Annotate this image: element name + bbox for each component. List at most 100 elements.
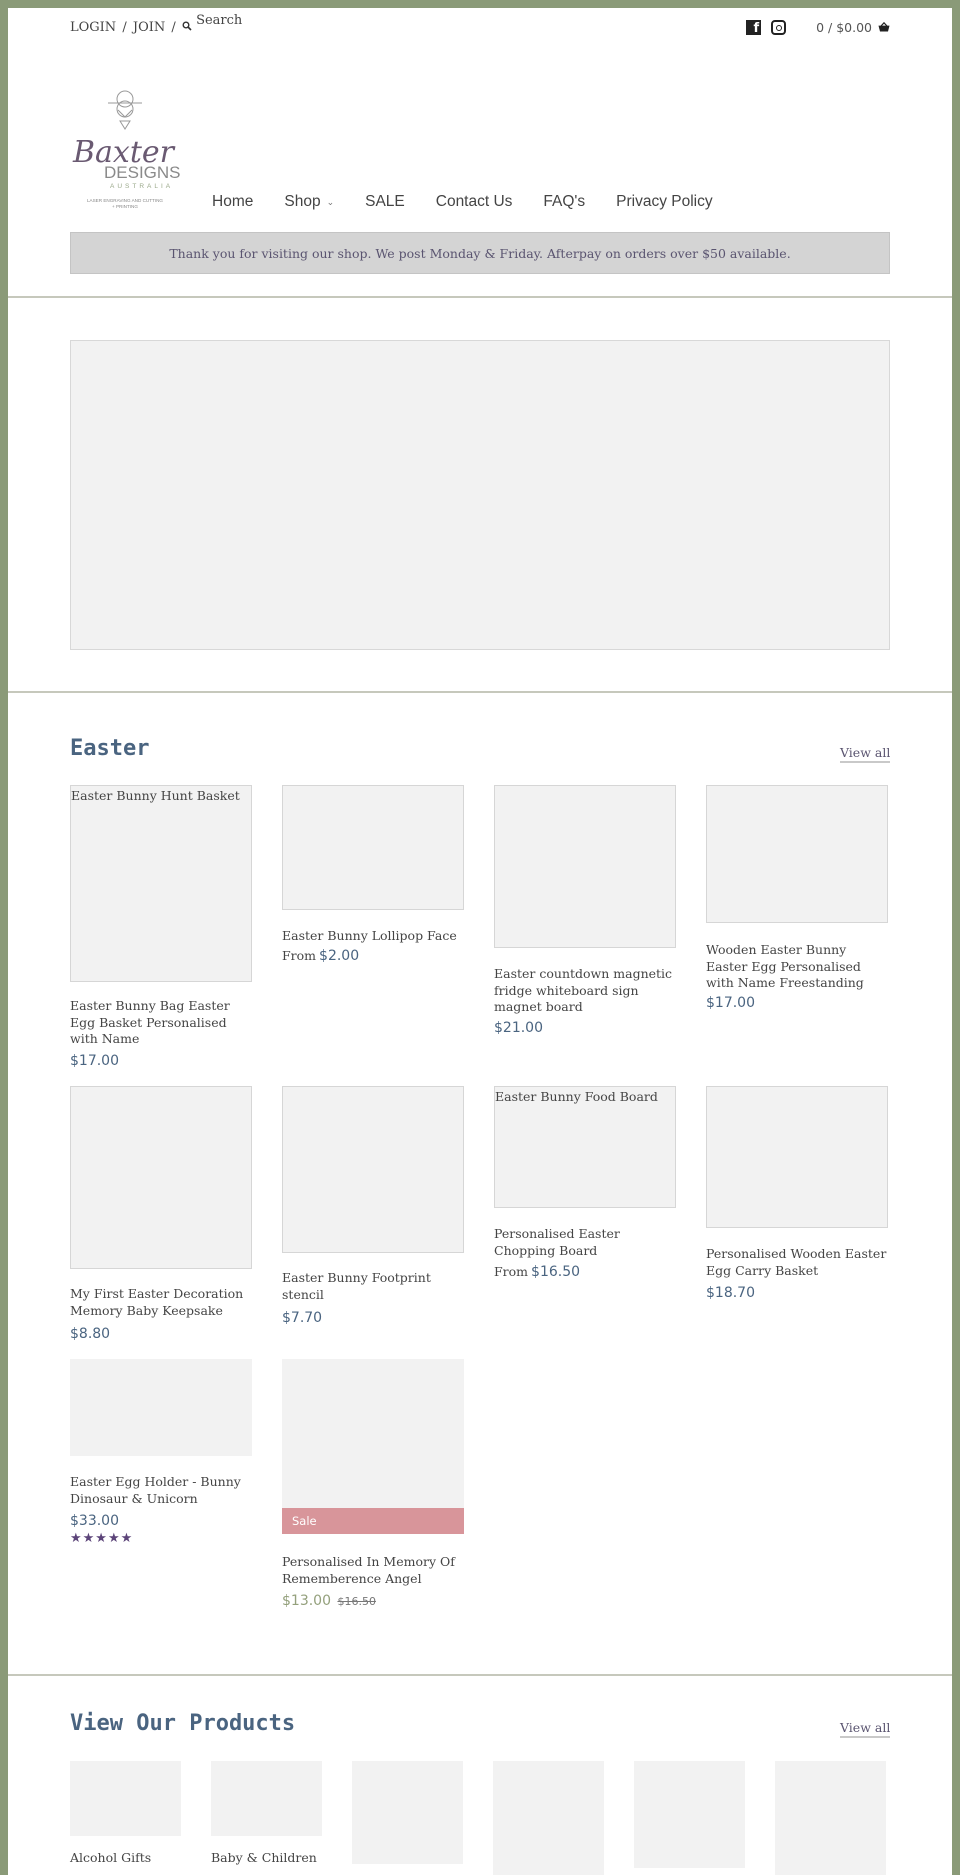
image-alt-text: Easter Bunny Hunt Basket (71, 788, 240, 803)
compare-price: $16.50 (337, 1595, 376, 1608)
product-card[interactable]: Easter Egg Holder - Bunny Dinosaur & Uni… (70, 1359, 252, 1549)
search-input[interactable]: Search (196, 13, 242, 28)
main-nav: Home Shop ⌄ SALE Contact Us FAQ's Privacy… (212, 193, 744, 211)
nav-item-sale[interactable]: SALE (365, 193, 405, 211)
category-image (493, 1761, 604, 1875)
cart-link[interactable]: 0 / $0.00 (816, 20, 890, 35)
product-title: Easter countdown magnetic fridge whitebo… (494, 966, 673, 1014)
product-image (70, 1359, 252, 1456)
category-image (352, 1761, 463, 1864)
category-card[interactable] (634, 1761, 745, 1868)
category-card[interactable]: Baby & Children (211, 1761, 322, 1871)
star-rating: ★★★★★ (70, 1531, 134, 1546)
from-label: From (494, 1264, 529, 1279)
nav-label: Shop (284, 193, 321, 210)
product-price: $21.00 (494, 1020, 543, 1036)
product-image: Easter Bunny Food Board (494, 1086, 676, 1208)
product-card[interactable]: Easter Bunny Lollipop Face From $2.00 (282, 785, 464, 965)
product-image (282, 1086, 464, 1253)
login-link[interactable]: LOGIN (70, 20, 116, 35)
product-price: From $16.50 (494, 1264, 580, 1280)
category-image (775, 1761, 886, 1875)
product-title: My First Easter Decoration Memory Baby K… (70, 1286, 244, 1318)
product-title: Easter Egg Holder - Bunny Dinosaur & Uni… (70, 1474, 241, 1506)
divider (8, 296, 952, 298)
category-title: Alcohol Gifts (70, 1850, 152, 1865)
product-price: From $2.00 (282, 948, 359, 964)
category-image (634, 1761, 745, 1868)
product-price: $18.70 (706, 1285, 755, 1301)
category-title: Baby & Children (211, 1850, 317, 1865)
product-image (706, 785, 888, 923)
product-card[interactable]: Sale Personalised In Memory Of Remembere… (282, 1359, 464, 1609)
announcement-bar: Thank you for visiting our shop. We post… (70, 232, 890, 274)
product-price: $33.00 (70, 1513, 119, 1529)
nav-label: SALE (365, 193, 405, 210)
svg-text:LASER ENGRAVING AND CUTTING: LASER ENGRAVING AND CUTTING (87, 198, 163, 203)
product-image (706, 1086, 888, 1228)
basket-icon (878, 20, 890, 35)
product-card[interactable]: Easter Bunny Food Board Personalised Eas… (494, 1086, 676, 1286)
nav-label: Home (212, 193, 254, 210)
hero-slideshow[interactable] (70, 340, 890, 650)
store-logo[interactable]: Baxter DESIGNS AUSTRALIA LASER ENGRAVING… (70, 86, 181, 216)
product-image (494, 785, 676, 948)
product-title: Personalised In Memory Of Rememberence A… (282, 1554, 455, 1586)
product-price: $17.00 (70, 1053, 119, 1069)
from-label: From (282, 948, 317, 963)
join-link[interactable]: JOIN (133, 20, 165, 35)
nav-item-faqs[interactable]: FAQ's (543, 193, 585, 211)
category-card[interactable] (352, 1761, 463, 1871)
product-image (70, 1086, 252, 1269)
section-title-view-products: View Our Products (70, 1711, 296, 1736)
svg-text:DESIGNS: DESIGNS (104, 163, 180, 182)
product-price: $7.70 (282, 1310, 323, 1326)
product-card[interactable]: Easter countdown magnetic fridge whitebo… (494, 785, 676, 1036)
instagram-icon[interactable] (771, 20, 787, 35)
facebook-icon[interactable]: f (746, 20, 762, 35)
sale-badge: Sale (282, 1508, 464, 1534)
product-card[interactable]: Easter Bunny Hunt Basket Easter Bunny Ba… (70, 785, 252, 1075)
nav-item-contact[interactable]: Contact Us (436, 193, 513, 211)
product-title: Easter Bunny Bag Easter Egg Basket Perso… (70, 998, 230, 1046)
product-card[interactable]: Easter Bunny Footprint stencil $7.70 (282, 1086, 464, 1326)
nav-label: Privacy Policy (616, 193, 713, 210)
product-price: $17.00 (706, 995, 755, 1011)
account-links: LOGIN / JOIN / Search (70, 13, 242, 35)
product-card[interactable]: Wooden Easter Bunny Easter Egg Personali… (706, 785, 888, 1015)
product-title: Personalised Easter Chopping Board (494, 1226, 620, 1258)
category-card[interactable]: Alcohol Gifts (70, 1761, 181, 1871)
image-alt-text: Easter Bunny Food Board (495, 1089, 658, 1104)
divider (8, 691, 952, 693)
product-price: $8.80 (70, 1326, 111, 1342)
product-card[interactable]: Personalised Wooden Easter Egg Carry Bas… (706, 1086, 888, 1306)
category-image (70, 1761, 181, 1836)
product-card[interactable]: My First Easter Decoration Memory Baby K… (70, 1086, 252, 1342)
nav-label: FAQ's (543, 193, 586, 210)
sale-price: $13.00 (282, 1593, 331, 1609)
nav-item-shop[interactable]: Shop ⌄ (284, 193, 334, 211)
category-image (211, 1761, 322, 1836)
category-card[interactable] (775, 1761, 886, 1875)
nav-item-privacy-policy[interactable]: Privacy Policy (616, 193, 712, 211)
product-title: Wooden Easter Bunny Easter Egg Personali… (706, 942, 864, 990)
svg-text:AUSTRALIA: AUSTRALIA (110, 183, 173, 190)
search-icon[interactable] (182, 20, 192, 35)
chevron-down-icon: ⌄ (326, 196, 335, 207)
view-all-easter-link[interactable]: View all (840, 745, 891, 763)
logo-emblem-icon: Baxter DESIGNS AUSTRALIA LASER ENGRAVING… (72, 90, 181, 209)
cart-summary: 0 / $0.00 (816, 20, 872, 35)
nav-label: Contact Us (435, 193, 513, 210)
page: LOGIN / JOIN / Search f 0 / $0.00 Baxter… (8, 8, 952, 1875)
product-price: $13.00 $16.50 (282, 1593, 376, 1609)
product-image: Easter Bunny Hunt Basket (70, 785, 252, 982)
header-utilities: f 0 / $0.00 (746, 20, 890, 35)
nav-item-home[interactable]: Home (212, 193, 253, 211)
section-title-easter: Easter (70, 736, 150, 761)
separator: / (171, 20, 176, 35)
category-card[interactable] (493, 1761, 604, 1875)
product-title: Easter Bunny Lollipop Face (282, 928, 457, 943)
view-all-products-link[interactable]: View all (840, 1720, 891, 1738)
separator: / (122, 20, 127, 35)
svg-text:+ PRINTING: + PRINTING (112, 204, 138, 209)
